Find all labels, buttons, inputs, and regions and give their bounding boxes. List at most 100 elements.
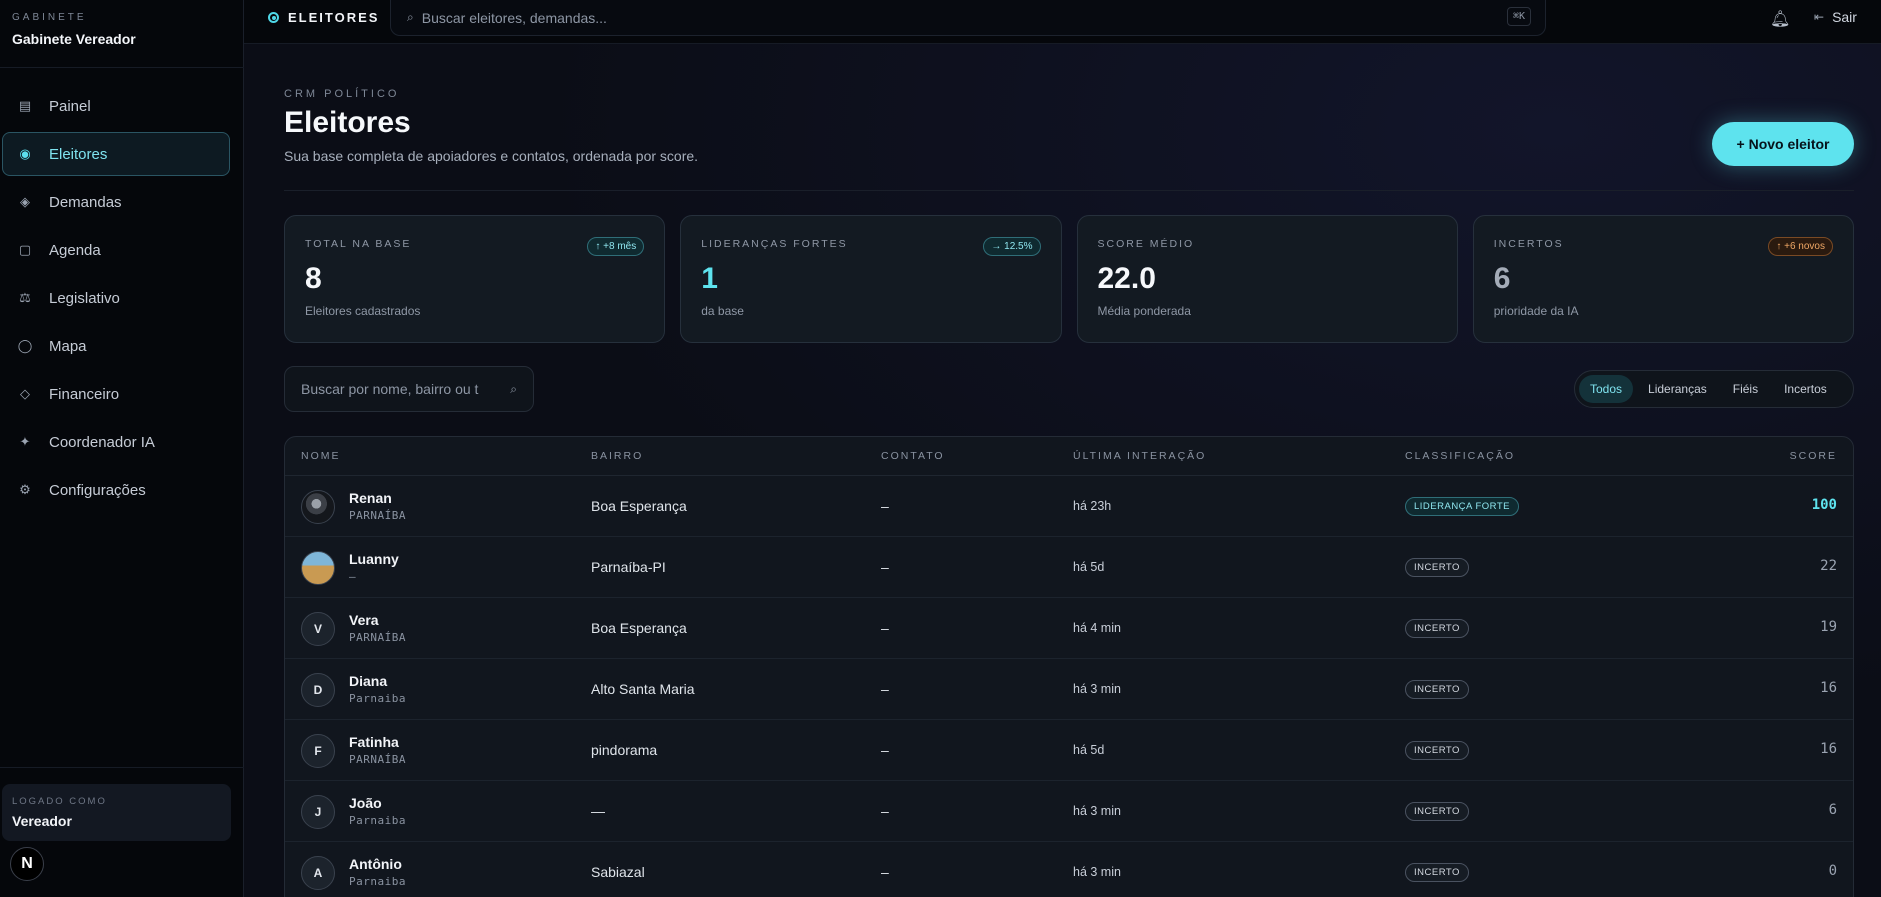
voter-last-interaction: há 3 min (1073, 682, 1121, 696)
sidebar-item-legislativo[interactable]: ⚖ Legislativo (2, 276, 230, 320)
voter-bairro: Sabiazal (591, 864, 645, 880)
sidebar-nav: ▤ Painel ◉ Eleitores ◈ Demandas ▢ Agenda… (0, 84, 244, 516)
shortcut-hint: ⌘K (1506, 7, 1531, 26)
filter-segmented-control: Todos Lideranças Fiéis Incertos (1574, 370, 1854, 408)
column-header-contato[interactable]: CONTATO (881, 450, 945, 462)
avatar: J (301, 795, 335, 829)
global-search-input[interactable]: ⌕ Buscar eleitores, demandas... ⌘K (390, 0, 1546, 36)
voter-score: 22 (1820, 558, 1837, 574)
voter-last-interaction: há 5d (1073, 743, 1105, 757)
column-header-classificacao[interactable]: CLASSIFICAÇÃO (1405, 450, 1515, 462)
filter-fieis[interactable]: Fiéis (1722, 375, 1769, 403)
sidebar-item-financeiro[interactable]: ◇ Financeiro (2, 372, 230, 416)
avatar (301, 551, 335, 585)
logout-button[interactable]: ⇤ Sair (1814, 9, 1857, 25)
voter-city: – (349, 570, 357, 583)
search-placeholder: Buscar eleitores, demandas... (421, 9, 607, 26)
stat-card-incertos: INCERTOS ↑ +6 novos 6 prioridade da IA (1472, 215, 1854, 343)
new-voter-button[interactable]: + Novo eleitor (1712, 122, 1854, 166)
grid-icon: ▤ (18, 98, 32, 113)
voter-contato: – (881, 864, 889, 880)
sidebar-item-configuracoes[interactable]: ⚙ Configurações (2, 468, 230, 512)
brand: GABINETE Gabinete Vereador (12, 12, 136, 47)
sidebar-item-agenda[interactable]: ▢ Agenda (2, 228, 230, 272)
voter-last-interaction: há 5d (1073, 560, 1105, 574)
square-icon: ▢ (18, 242, 32, 257)
voter-name: Fatinha (349, 734, 399, 750)
divider (0, 67, 244, 68)
bell-icon[interactable]: 🔔︎ (1770, 9, 1790, 29)
trend-badge: → 12.5% (983, 237, 1041, 256)
stat-value: 1 (701, 262, 718, 295)
voter-name: Diana (349, 673, 388, 689)
table-row[interactable]: F Fatinha PARNAÍBA pindorama – há 5d INC… (285, 720, 1853, 781)
logged-user-name: Vereador (12, 813, 72, 829)
trend-badge: ↑ +8 mês (587, 237, 645, 256)
column-header-nome[interactable]: NOME (301, 450, 341, 462)
voter-last-interaction: há 4 min (1073, 621, 1121, 635)
classification-badge: INCERTO (1405, 680, 1469, 699)
voter-search-input[interactable]: Buscar por nome, bairro ou t ⌕ (284, 366, 534, 412)
table-row[interactable]: V Vera PARNAÍBA Boa Esperança – há 4 min… (285, 598, 1853, 659)
filter-liderancas[interactable]: Lideranças (1637, 375, 1718, 403)
column-header-score[interactable]: SCORE (1790, 450, 1837, 462)
sidebar-item-label: Financeiro (49, 385, 120, 403)
voter-score: 6 (1828, 802, 1837, 818)
table-row[interactable]: D Diana Parnaiba Alto Santa Maria – há 3… (285, 659, 1853, 720)
voter-city: PARNAÍBA (349, 631, 406, 644)
stat-description: Média ponderada (1097, 304, 1191, 318)
main-content: CRM POLÍTICO Eleitores Sua base completa… (244, 44, 1881, 897)
avatar: V (301, 612, 335, 646)
sidebar-item-label: Legislativo (49, 289, 120, 307)
voter-city: Parnaiba (349, 814, 406, 827)
target-icon: ◉ (19, 146, 31, 161)
app-badge[interactable]: N (10, 847, 44, 881)
stat-card-total: TOTAL NA BASE ↑ +8 mês 8 Eleitores cadas… (284, 215, 666, 343)
filter-incertos[interactable]: Incertos (1773, 375, 1838, 403)
table-row[interactable]: A Antônio Parnaiba Sabiazal – há 3 min I… (285, 842, 1853, 897)
brand-kicker: GABINETE (12, 12, 87, 23)
sidebar-item-demandas[interactable]: ◈ Demandas (2, 180, 230, 224)
logged-user-card[interactable]: LOGADO COMO Vereador (2, 784, 231, 841)
avatar: D (301, 673, 335, 707)
voter-name: Vera (349, 612, 379, 628)
sidebar-item-label: Mapa (49, 337, 87, 355)
sparkle-icon: ✦ (19, 434, 31, 449)
voter-bairro: — (591, 803, 605, 819)
breadcrumb: ELEITORES (268, 10, 379, 25)
sidebar-item-label: Demandas (49, 193, 122, 211)
filter-todos[interactable]: Todos (1579, 375, 1634, 403)
sidebar-item-coordenador-ia[interactable]: ✦ Coordenador IA (2, 420, 230, 464)
voter-score: 16 (1820, 680, 1837, 696)
voter-last-interaction: há 23h (1073, 499, 1112, 513)
sidebar-item-label: Painel (49, 97, 91, 115)
table-row[interactable]: Luanny – Parnaíba-PI – há 5d INCERTO 22 (285, 537, 1853, 598)
table-row[interactable]: J João Parnaiba — – há 3 min INCERTO 6 (285, 781, 1853, 842)
gear-icon: ⚙ (19, 482, 31, 497)
column-header-ultima-interacao[interactable]: ÚLTIMA INTERAÇÃO (1073, 450, 1206, 462)
avatar: F (301, 734, 335, 768)
brand-name: Gabinete Vereador (12, 31, 136, 47)
voter-score: 19 (1820, 619, 1837, 635)
sidebar-item-label: Coordenador IA (49, 433, 155, 451)
voter-city: PARNAÍBA (349, 753, 406, 766)
sidebar-item-label: Agenda (49, 241, 101, 259)
page-title: Eleitores (284, 106, 411, 139)
stat-value: 8 (305, 262, 322, 295)
search-icon: ⌕ (407, 10, 414, 24)
voter-score: 100 (1811, 497, 1837, 513)
classification-badge: INCERTO (1405, 802, 1469, 821)
voter-bairro: Boa Esperança (591, 498, 687, 514)
table-row[interactable]: Renan PARNAÍBA Boa Esperança – há 23h LI… (285, 476, 1853, 537)
sidebar-item-painel[interactable]: ▤ Painel (2, 84, 230, 128)
stats-row: TOTAL NA BASE ↑ +8 mês 8 Eleitores cadas… (284, 215, 1854, 343)
classification-badge: LIDERANÇA FORTE (1405, 497, 1520, 516)
column-header-bairro[interactable]: BAIRRO (591, 450, 643, 462)
voter-score: 16 (1820, 741, 1837, 757)
trend-badge: ↑ +6 novos (1768, 237, 1833, 256)
sidebar-item-eleitores[interactable]: ◉ Eleitores (2, 132, 230, 176)
voter-contato: – (881, 803, 889, 819)
voter-city: Parnaiba (349, 875, 406, 888)
sidebar-item-mapa[interactable]: ◯ Mapa (2, 324, 230, 368)
classification-badge: INCERTO (1405, 863, 1469, 882)
